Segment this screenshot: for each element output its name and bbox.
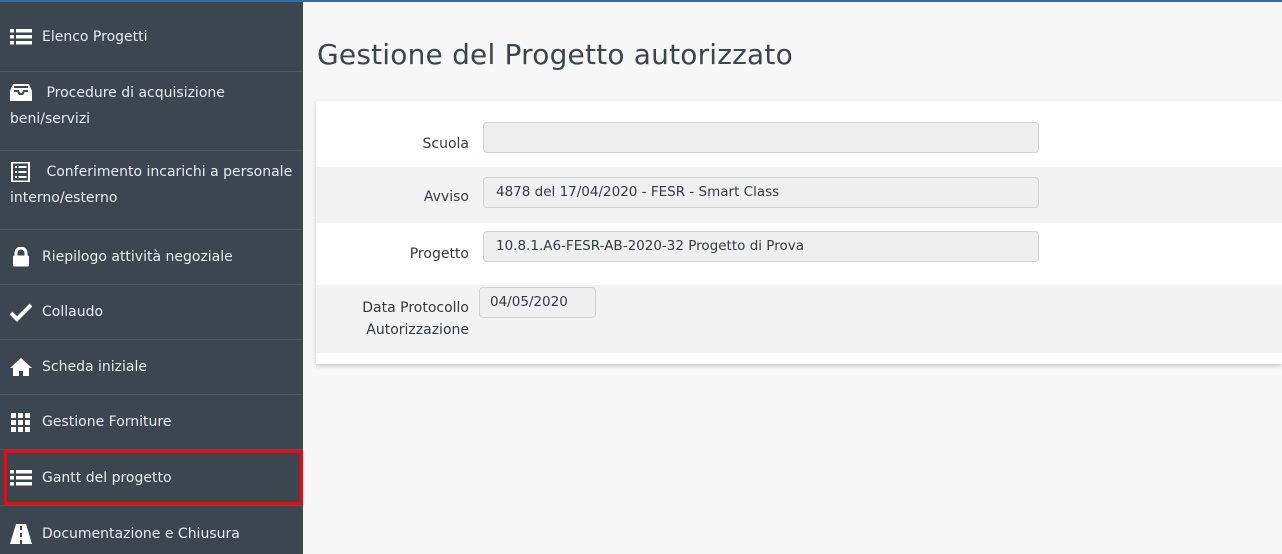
avviso-field[interactable]: 4878 del 17/04/2020 - FESR - Smart Class [483,177,1039,208]
sidebar-item-elenco-progetti[interactable]: Elenco Progetti [0,2,303,72]
form-row-data-protocollo: Data Protocollo Autorizzazione 04/05/202… [316,285,1282,353]
data-protocollo-label-line2: Autorizzazione [366,322,469,338]
road-icon [10,523,32,544]
sidebar-item-conferimento-incarichi[interactable]: Conferimento incarichi a personale inter… [0,151,303,230]
sidebar-item-documentazione-chiusura[interactable]: Documentazione e Chiusura [0,506,303,554]
data-protocollo-field[interactable]: 04/05/2020 [479,287,596,318]
sidebar-item-gestione-forniture[interactable]: Gestione Forniture [0,395,303,450]
inbox-icon [10,83,32,103]
progetto-field[interactable]: 10.8.1.A6-FESR-AB-2020-32 Progetto di Pr… [483,231,1039,262]
sidebar-item-label: Gantt del progetto [42,469,172,486]
sidebar-item-scheda-iniziale[interactable]: Scheda iniziale [0,340,303,395]
form-row-avviso: Avviso 4878 del 17/04/2020 - FESR - Smar… [316,167,1282,223]
page-title: Gestione del Progetto autorizzato [317,38,793,71]
lock-icon [10,247,32,267]
grid-icon [10,412,32,432]
sidebar-item-label: Collaudo [42,304,104,320]
sidebar-item-label: Conferimento incarichi a personale inter… [10,164,293,206]
form-row-scuola: Scuola [316,101,1282,167]
sidebar-item-label: Elenco Progetti [42,28,148,45]
sidebar-item-collaudo[interactable]: Collaudo [0,285,303,340]
sidebar-item-label: Riepilogo attività negoziale [42,249,233,265]
home-icon [10,357,32,377]
data-protocollo-label: Data Protocollo Autorizzazione [329,297,469,341]
sidebar: Elenco Progetti Procedure di acquisizion… [0,2,303,554]
progetto-label: Progetto [409,246,469,262]
list-icon [10,27,32,47]
sidebar-item-label: Gestione Forniture [42,414,172,430]
sidebar-item-riepilogo-attivita[interactable]: Riepilogo attività negoziale [0,230,303,285]
main-content: Gestione del Progetto autorizzato Scuola… [303,2,1282,554]
avviso-label: Avviso [423,189,469,205]
check-icon [10,302,32,322]
sidebar-item-label: Scheda iniziale [42,359,147,375]
data-protocollo-label-line1: Data Protocollo [362,300,469,316]
list-icon [10,468,32,488]
project-form-panel: Scuola Avviso 4878 del 17/04/2020 - FESR… [316,101,1282,364]
sidebar-item-gantt-progetto[interactable]: Gantt del progetto [0,450,303,506]
document-list-icon [10,162,32,182]
scuola-label: Scuola [422,136,470,152]
sidebar-item-procedure-acquisizione[interactable]: Procedure di acquisizione beni/servizi [0,72,303,151]
form-row-progetto: Progetto 10.8.1.A6-FESR-AB-2020-32 Proge… [316,223,1282,285]
sidebar-item-label: Documentazione e Chiusura [42,525,240,542]
scuola-field[interactable] [483,122,1039,153]
sidebar-item-label: Procedure di acquisizione beni/servizi [10,85,225,127]
